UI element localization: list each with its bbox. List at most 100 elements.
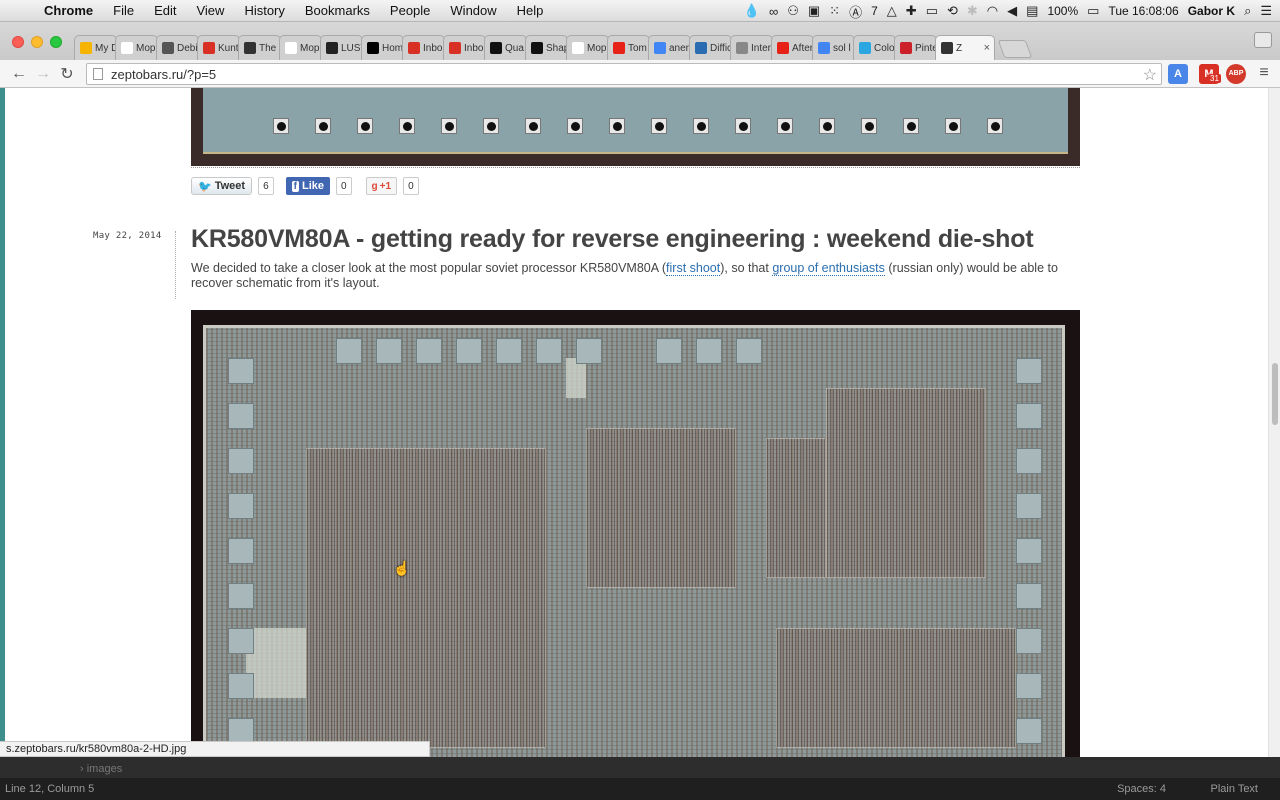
grid-icon[interactable]: ⁙ bbox=[829, 3, 840, 19]
time-machine-icon[interactable]: ⟲ bbox=[947, 3, 958, 19]
browser-tab[interactable]: Diffic bbox=[689, 35, 732, 60]
group-of-enthusiasts-link[interactable]: group of enthusiasts bbox=[772, 261, 885, 276]
clipboard-icon[interactable]: ▣ bbox=[808, 3, 820, 19]
menu-file[interactable]: File bbox=[103, 3, 144, 18]
browser-tab[interactable]: Colo bbox=[853, 35, 896, 60]
notification-center-icon[interactable]: ☰ bbox=[1260, 3, 1272, 19]
die-bond-pad bbox=[656, 338, 682, 364]
like-label: Like bbox=[301, 180, 324, 192]
browser-tab[interactable]: The bbox=[238, 35, 281, 60]
die-bond-pad bbox=[696, 338, 722, 364]
browser-tab[interactable]: Inter bbox=[730, 35, 773, 60]
drop-icon[interactable]: 💧 bbox=[744, 3, 760, 19]
doc-icon bbox=[572, 42, 584, 54]
battery-icon[interactable]: ▭ bbox=[1087, 3, 1099, 19]
volume-icon[interactable]: ◀ bbox=[1007, 3, 1017, 19]
tab-label: Inbo bbox=[423, 42, 443, 54]
die-bond-pad bbox=[1016, 538, 1042, 564]
post-title[interactable]: KR580VM80A - getting ready for reverse e… bbox=[191, 225, 1034, 254]
facebook-like-button[interactable]: f Like bbox=[285, 177, 330, 195]
tab-label: Diffic bbox=[710, 42, 732, 54]
tab-strip: My D Mop Debi Kunt The Mop LUST Hom Inbo Inbo Qua S… bbox=[0, 22, 1280, 60]
browser-tab[interactable]: Shap bbox=[525, 35, 568, 60]
tweet-button[interactable]: 🐦 Tweet bbox=[191, 177, 253, 195]
editor-tree-item[interactable]: › images bbox=[80, 763, 122, 775]
close-window-button[interactable] bbox=[12, 36, 24, 48]
menu-people[interactable]: People bbox=[380, 3, 440, 18]
browser-tab[interactable]: Inbo bbox=[443, 35, 486, 60]
address-bar-url[interactable]: zeptobars.ru/?p=5 bbox=[111, 67, 216, 82]
browser-tab[interactable]: Hom bbox=[361, 35, 404, 60]
wifi-icon[interactable]: ◠ bbox=[987, 3, 998, 19]
tab-label: Mop bbox=[136, 42, 156, 54]
menubar-user[interactable]: Gabor K bbox=[1188, 4, 1235, 18]
close-tab-icon[interactable]: × bbox=[984, 42, 994, 54]
menu-app-name[interactable]: Chrome bbox=[40, 3, 103, 18]
browser-tab[interactable]: Mop bbox=[115, 35, 158, 60]
bluetooth-icon[interactable]: ✱ bbox=[967, 3, 978, 19]
browser-tab[interactable]: Mop bbox=[279, 35, 322, 60]
post-body: We decided to take a closer look at the … bbox=[191, 261, 1071, 291]
adobe-icon[interactable]: Ⓐ bbox=[849, 2, 862, 21]
page-scrollbar[interactable] bbox=[1268, 88, 1280, 757]
menubar-clock[interactable]: Tue 16:08:06 bbox=[1108, 4, 1178, 18]
plus-icon[interactable]: ✚ bbox=[906, 3, 917, 19]
syntax-mode[interactable]: Plain Text bbox=[1211, 783, 1259, 795]
minimize-window-button[interactable] bbox=[31, 36, 43, 48]
browser-tab[interactable]: Qua bbox=[484, 35, 527, 60]
menu-history[interactable]: History bbox=[234, 3, 294, 18]
browser-tab[interactable]: Debi bbox=[156, 35, 199, 60]
tab-label: aner bbox=[669, 42, 690, 54]
profile-button[interactable] bbox=[1254, 32, 1272, 48]
browser-tab[interactable]: LUST bbox=[320, 35, 363, 60]
reload-icon[interactable]: ↻ bbox=[55, 64, 79, 84]
adblock-icon[interactable]: ABP bbox=[1226, 64, 1246, 84]
die-bond-pad bbox=[228, 358, 254, 384]
zoom-window-button[interactable] bbox=[50, 36, 62, 48]
back-arrow-icon[interactable]: ← bbox=[7, 65, 31, 83]
browser-tab[interactable]: Kunt bbox=[197, 35, 240, 60]
google-plus-button[interactable]: g +1 bbox=[365, 177, 398, 195]
menu-edit[interactable]: Edit bbox=[144, 3, 186, 18]
browser-tab[interactable]: Pinte bbox=[894, 35, 937, 60]
chevron-right-icon: › bbox=[80, 763, 84, 775]
gmail-unread-badge: 31 bbox=[1208, 74, 1221, 83]
translate-icon[interactable]: A bbox=[1168, 64, 1188, 84]
browser-tab[interactable]: Tom bbox=[607, 35, 650, 60]
airplay-icon[interactable]: ▭ bbox=[926, 3, 938, 19]
bookmark-star-icon[interactable]: ☆ bbox=[1143, 65, 1157, 85]
kr580vm80a-die-shot-image[interactable] bbox=[191, 310, 1080, 757]
menu-window[interactable]: Window bbox=[440, 3, 506, 18]
tab-label: Pinte bbox=[915, 42, 937, 54]
infinity-icon[interactable]: ∞ bbox=[769, 4, 778, 19]
browser-tab[interactable]: Z × bbox=[935, 35, 995, 60]
address-bar[interactable]: zeptobars.ru/?p=5 ☆ bbox=[86, 63, 1162, 85]
browser-tab[interactable]: Inbo bbox=[402, 35, 445, 60]
tab-label: Debi bbox=[177, 42, 198, 54]
menu-view[interactable]: View bbox=[186, 3, 234, 18]
browser-tab[interactable]: aner bbox=[648, 35, 691, 60]
menu-help[interactable]: Help bbox=[507, 3, 554, 18]
menubar-badge-count: 7 bbox=[871, 4, 878, 18]
new-tab-button[interactable] bbox=[997, 40, 1033, 58]
post-divider bbox=[191, 167, 1080, 168]
browser-tab[interactable]: After bbox=[771, 35, 814, 60]
glasses-icon[interactable]: ⚇ bbox=[787, 3, 799, 19]
menu-bookmarks[interactable]: Bookmarks bbox=[295, 3, 380, 18]
forward-arrow-icon[interactable]: → bbox=[31, 65, 55, 83]
gmail-icon bbox=[203, 42, 215, 54]
previous-die-shot-image[interactable] bbox=[191, 88, 1080, 166]
die-bond-pad bbox=[576, 338, 602, 364]
browser-tab[interactable]: My D bbox=[74, 35, 117, 60]
browser-tab[interactable]: Mop bbox=[566, 35, 609, 60]
flag-icon[interactable]: ▤ bbox=[1026, 3, 1038, 19]
chrome-menu-icon[interactable]: ≡ bbox=[1252, 64, 1276, 82]
indentation-setting[interactable]: Spaces: 4 bbox=[1117, 783, 1166, 795]
tab-label: Shap bbox=[546, 42, 568, 54]
youtube-icon bbox=[777, 42, 789, 54]
first-shoot-link[interactable]: first shoot bbox=[666, 261, 721, 276]
spotlight-icon[interactable]: ⌕ bbox=[1244, 3, 1251, 19]
browser-tab[interactable]: sol l bbox=[812, 35, 855, 60]
drive-status-icon[interactable]: △ bbox=[887, 3, 897, 19]
page-scrollbar-thumb[interactable] bbox=[1272, 363, 1278, 425]
